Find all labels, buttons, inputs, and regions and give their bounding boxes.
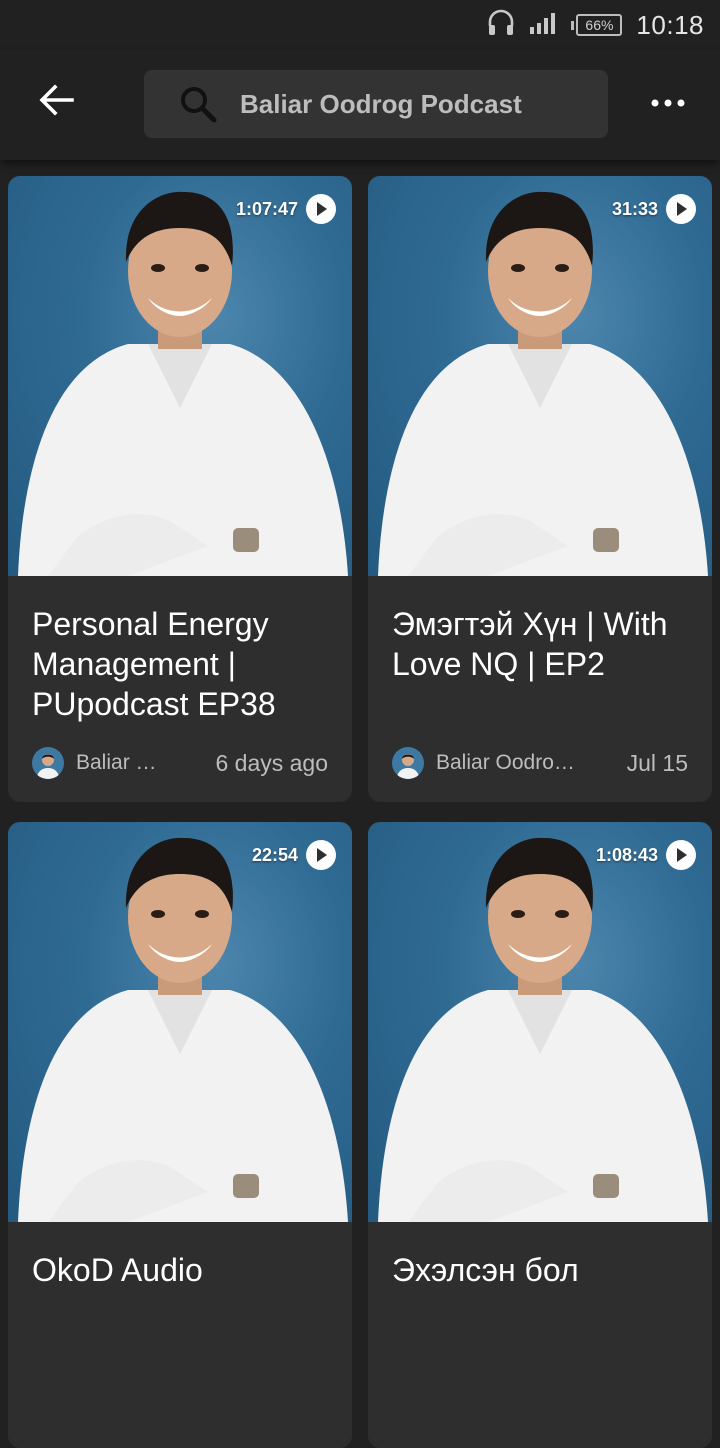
more-options-button[interactable] <box>644 80 692 128</box>
episode-thumbnail: 31:33 <box>368 176 712 576</box>
host-photo <box>18 191 348 576</box>
author-name: Baliar Oodro… <box>436 751 575 774</box>
more-vert-icon <box>650 95 686 113</box>
signal-icon <box>529 11 557 40</box>
duration-label: 1:08:43 <box>595 844 658 865</box>
status-icons: 66% 10:18 <box>487 8 704 42</box>
status-bar: 66% 10:18 <box>0 0 720 50</box>
battery-tip <box>571 20 575 30</box>
episode-card[interactable]: 1:08:43 Эхэлсэн бол <box>368 822 712 1448</box>
avatar <box>392 747 424 779</box>
duration-label: 31:33 <box>611 198 658 219</box>
duration-badge: 1:08:43 <box>596 840 696 870</box>
episode-thumbnail: 1:08:43 <box>368 822 712 1222</box>
clock: 10:18 <box>636 9 704 40</box>
episode-card[interactable]: 22:54 OkoD Audio <box>8 822 352 1448</box>
host-photo <box>18 837 348 1222</box>
episode-thumbnail: 1:07:47 <box>8 176 352 576</box>
play-icon[interactable] <box>666 194 696 224</box>
duration-badge: 22:54 <box>252 840 336 870</box>
host-photo <box>378 191 708 576</box>
author-name: Baliar … <box>76 751 157 774</box>
publish-date: Jul 15 <box>626 749 688 776</box>
battery-level: 66% <box>576 14 623 36</box>
arrow-back-icon <box>38 83 74 121</box>
episode-title: Эмэгтэй Хүн | With Love NQ | EP2 <box>392 606 668 682</box>
host-photo <box>378 837 708 1222</box>
episode-title: OkoD Audio <box>32 1252 203 1288</box>
back-button[interactable] <box>26 72 86 132</box>
duration-badge: 1:07:47 <box>236 194 336 224</box>
play-icon[interactable] <box>666 840 696 870</box>
app-bar: Baliar Oodrog Podcast <box>0 50 720 160</box>
duration-badge: 31:33 <box>612 194 696 224</box>
battery-icon: 66% <box>571 14 623 36</box>
duration-label: 1:07:47 <box>235 198 298 219</box>
episode-meta: Baliar Oodro… Jul 15 <box>392 746 688 780</box>
publish-date: 6 days ago <box>215 749 328 776</box>
play-icon[interactable] <box>306 194 336 224</box>
search-input[interactable]: Baliar Oodrog Podcast <box>240 89 522 120</box>
episode-title: Personal Energy Management | PUpodcast E… <box>32 606 276 722</box>
headset-icon <box>487 8 515 43</box>
search-icon <box>178 84 218 124</box>
episode-card[interactable]: 31:33 Эмэгтэй Хүн | With Love NQ | EP2 B… <box>368 176 712 802</box>
duration-label: 22:54 <box>251 844 298 865</box>
episode-title: Эхэлсэн бол <box>392 1252 579 1288</box>
episode-thumbnail: 22:54 <box>8 822 352 1222</box>
episode-meta: Baliar … 6 days ago <box>32 746 328 780</box>
avatar <box>32 747 64 779</box>
play-icon[interactable] <box>306 840 336 870</box>
episode-card[interactable]: 1:07:47 Personal Energy Management | PUp… <box>8 176 352 802</box>
search-field[interactable]: Baliar Oodrog Podcast <box>144 70 608 138</box>
